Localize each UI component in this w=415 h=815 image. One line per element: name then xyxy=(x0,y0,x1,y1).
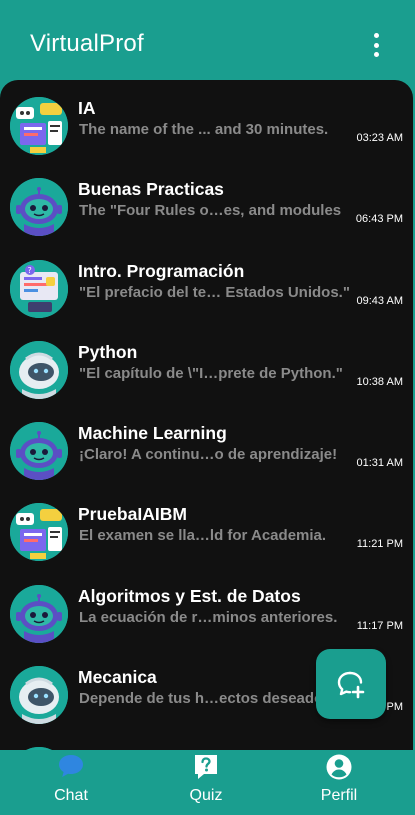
nav-chat-label: Chat xyxy=(54,787,88,804)
chat-time: 06:43 PM xyxy=(355,213,403,225)
nav-quiz-label: Quiz xyxy=(189,787,223,804)
code-screen-icon xyxy=(10,260,68,318)
chat-time: 01:31 AM xyxy=(356,457,403,469)
chat-item-machine-learning[interactable]: Machine Learning ¡Claro! A continu…o de … xyxy=(0,422,413,503)
robot-icon xyxy=(10,178,68,236)
chat-title: Algoritmos y Est. de Datos xyxy=(78,586,301,606)
chat-collage-icon xyxy=(10,503,68,561)
robot-icon xyxy=(10,585,68,643)
nav-chat[interactable]: Chat xyxy=(11,750,131,815)
more-options-icon[interactable] xyxy=(373,33,379,57)
chat-item-ia[interactable]: IA The name of the ... and 30 minutes. 0… xyxy=(0,97,413,178)
chat-preview: La ecuación de r…minos anteriores. xyxy=(79,609,338,626)
chat-item-intro-programacion[interactable]: Intro. Programación "El prefacio del te…… xyxy=(0,260,413,341)
chat-title: PruebaIAIBM xyxy=(78,504,187,524)
chat-collage-icon xyxy=(10,97,68,155)
chat-bubble-icon xyxy=(59,755,83,777)
bottom-navigation: Chat Quiz Perfil xyxy=(0,750,415,815)
chat-item-pruebaiaibm[interactable]: PruebaIAIBM El examen se lla…ld for Acad… xyxy=(0,503,413,584)
nav-perfil[interactable]: Perfil xyxy=(279,750,399,815)
chat-preview: ¡Claro! A continu…o de aprendizaje! xyxy=(79,446,338,463)
white-robot-icon xyxy=(10,666,68,724)
white-robot-icon xyxy=(10,341,68,399)
robot-icon xyxy=(10,422,68,480)
chat-preview: "El prefacio del te… Estados Unidos." xyxy=(79,284,350,301)
new-chat-icon xyxy=(337,671,365,699)
chat-title: Machine Learning xyxy=(78,423,227,443)
chat-title: Intro. Programación xyxy=(78,261,245,281)
chat-item-python[interactable]: Python "El capítulo de \"I…prete de Pyth… xyxy=(0,341,413,422)
chat-title: Buenas Practicas xyxy=(78,179,224,199)
quiz-icon xyxy=(195,755,217,779)
chat-time: 10:38 AM xyxy=(356,376,403,388)
chat-time: 03:23 AM xyxy=(356,132,403,144)
chat-title: Python xyxy=(78,342,138,362)
chat-title: Mecanica xyxy=(78,667,157,687)
chat-preview: El examen se lla…ld for Academia. xyxy=(79,527,327,544)
chat-time: 11:21 PM xyxy=(356,538,403,550)
chat-preview: The name of the ... and 30 minutes. xyxy=(79,121,329,138)
chat-title: IA xyxy=(78,98,96,118)
new-chat-button[interactable] xyxy=(316,649,386,719)
chat-preview: The "Four Rules o…es, and modules xyxy=(79,202,342,219)
app-title: VirtualProf xyxy=(30,30,144,57)
chat-item-buenas-practicas[interactable]: Buenas Practicas The "Four Rules o…es, a… xyxy=(0,178,413,259)
nav-perfil-label: Perfil xyxy=(320,787,358,804)
chat-time: 09:43 AM xyxy=(356,295,403,307)
account-circle-icon xyxy=(326,754,352,780)
app-bar: VirtualProf xyxy=(0,0,415,82)
chat-preview: "El capítulo de \"I…prete de Python." xyxy=(79,365,343,382)
nav-quiz[interactable]: Quiz xyxy=(146,750,266,815)
chat-time: 11:17 PM xyxy=(356,620,403,632)
